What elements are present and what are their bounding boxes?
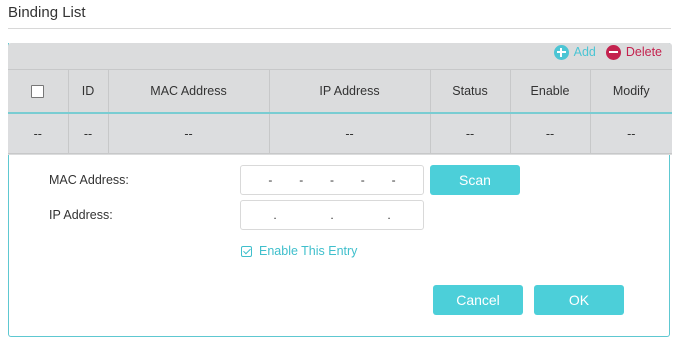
ip-address-label: IP Address: bbox=[49, 208, 113, 222]
ip-separator: . bbox=[273, 208, 277, 222]
mac-separator: - bbox=[268, 173, 273, 187]
table-cell: -- bbox=[509, 112, 591, 154]
delete-button[interactable]: Delete bbox=[605, 44, 662, 60]
column-header-modify: Modify bbox=[589, 69, 672, 114]
table-cell: -- bbox=[429, 112, 511, 154]
binding-table: ID MAC Address IP Address Status Enable … bbox=[8, 69, 672, 154]
add-label: Add bbox=[573, 45, 596, 59]
delete-label: Delete bbox=[625, 45, 662, 59]
select-all-header bbox=[8, 69, 69, 114]
mac-address-field[interactable]: - - - - - bbox=[240, 165, 424, 195]
enable-entry-option[interactable]: Enable This Entry bbox=[241, 244, 357, 258]
mac-separator: - bbox=[329, 173, 334, 187]
column-header-enable: Enable bbox=[509, 69, 591, 114]
mac-address-label: MAC Address: bbox=[49, 173, 129, 187]
table-cell: -- bbox=[8, 112, 69, 154]
mac-separator: - bbox=[391, 173, 396, 187]
list-toolbar: Add Delete bbox=[553, 44, 662, 60]
title-divider bbox=[8, 28, 671, 29]
table-row: -- -- -- -- -- -- -- bbox=[8, 112, 672, 154]
enable-entry-label: Enable This Entry bbox=[259, 244, 358, 258]
table-cell: -- bbox=[67, 112, 109, 154]
column-header-id: ID bbox=[67, 69, 109, 114]
minus-circle-icon bbox=[605, 44, 621, 60]
enable-entry-checkbox[interactable] bbox=[241, 245, 252, 257]
add-button[interactable]: Add bbox=[553, 44, 596, 60]
section-title: Binding List bbox=[8, 4, 86, 21]
mac-separator: - bbox=[299, 173, 304, 187]
cancel-button[interactable]: Cancel bbox=[433, 285, 523, 315]
table-header-row: ID MAC Address IP Address Status Enable … bbox=[8, 69, 672, 114]
binding-list-panel: Add Delete ID MAC Address IP Address Sta… bbox=[8, 43, 672, 155]
ok-button[interactable]: OK bbox=[534, 285, 624, 315]
column-header-status: Status bbox=[429, 69, 511, 114]
ip-separator: . bbox=[330, 208, 334, 222]
ip-separator: . bbox=[387, 208, 391, 222]
column-header-mac: MAC Address bbox=[107, 69, 270, 114]
plus-circle-icon bbox=[553, 44, 569, 60]
table-cell: -- bbox=[589, 112, 672, 154]
column-header-ip: IP Address bbox=[268, 69, 431, 114]
ip-address-field[interactable]: . . . bbox=[240, 200, 424, 230]
table-cell: -- bbox=[107, 112, 270, 154]
table-cell: -- bbox=[268, 112, 431, 154]
scan-button[interactable]: Scan bbox=[430, 165, 520, 195]
select-all-checkbox[interactable] bbox=[31, 85, 45, 99]
mac-separator: - bbox=[360, 173, 365, 187]
